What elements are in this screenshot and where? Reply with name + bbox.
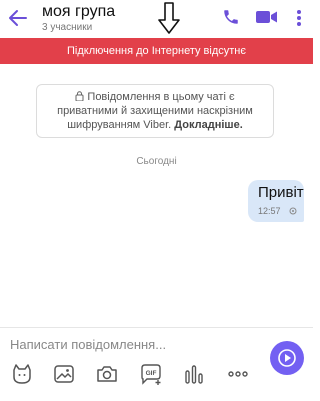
- chat-header: моя група 3 учасники: [0, 0, 313, 38]
- pending-status-icon: [289, 207, 297, 215]
- learn-more-link[interactable]: Докладніше.: [174, 119, 242, 131]
- more-attachments-icon[interactable]: [226, 362, 250, 386]
- phone-icon[interactable]: [222, 8, 240, 26]
- svg-text:GIF: GIF: [146, 370, 157, 377]
- chat-title[interactable]: моя група: [42, 3, 115, 21]
- more-options-icon[interactable]: [292, 8, 306, 28]
- message-bubble[interactable]: Привіт 12:57: [248, 180, 304, 222]
- message-input[interactable]: Написати повідомлення...: [10, 337, 166, 352]
- lock-icon: [75, 91, 84, 101]
- send-button[interactable]: [270, 341, 304, 375]
- back-arrow-icon[interactable]: [6, 6, 30, 30]
- send-icon: [278, 349, 296, 367]
- participants-count: 3 учасники: [42, 22, 93, 33]
- message-text: Привіт: [258, 184, 304, 201]
- gallery-icon[interactable]: [52, 362, 76, 386]
- down-arrow-icon: [158, 2, 180, 34]
- sticker-icon[interactable]: [10, 362, 34, 386]
- camera-icon[interactable]: [95, 362, 119, 386]
- encryption-notice: Повідомлення в цьому чаті є приватними й…: [36, 84, 274, 138]
- gif-icon[interactable]: GIF: [139, 362, 163, 386]
- poll-icon[interactable]: [182, 362, 206, 386]
- video-call-icon[interactable]: [256, 9, 278, 25]
- no-internet-banner: Підключення до Інтернету відсутнє: [0, 38, 313, 64]
- message-time: 12:57: [258, 206, 281, 216]
- date-separator: Сьогодні: [136, 156, 177, 167]
